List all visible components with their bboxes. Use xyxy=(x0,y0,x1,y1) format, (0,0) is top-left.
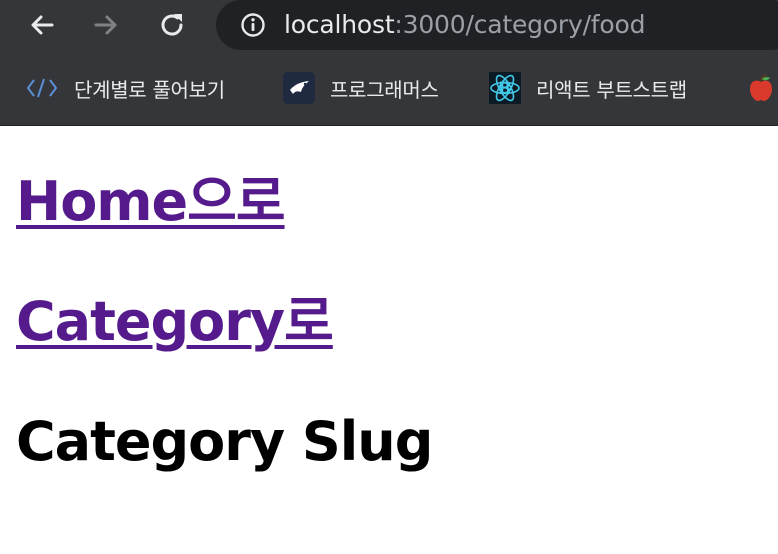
svg-text:B: B xyxy=(499,79,512,99)
url-path: :3000/category/food xyxy=(394,10,646,39)
bookmark-step-by-step[interactable]: 단계별로 풀어보기 xyxy=(26,70,225,106)
page-heading: Category Slug xyxy=(16,410,433,473)
bookmark-apple[interactable] xyxy=(744,70,778,106)
url-text[interactable]: localhost:3000/category/food xyxy=(284,9,645,41)
arrow-right-icon xyxy=(94,15,117,35)
category-link[interactable]: Category로 xyxy=(16,290,334,354)
reload-button[interactable] xyxy=(154,7,190,43)
react-bootstrap-icon: B xyxy=(488,71,522,105)
programmers-bird-icon xyxy=(282,71,316,105)
bookmark-react-bootstrap[interactable]: B 리액트 부트스트랩 xyxy=(488,70,687,106)
arrow-left-icon xyxy=(31,15,54,35)
bookmarks-bar: 단계별로 풀어보기 프로그래머스 B 리액트 부트스트랩 xyxy=(0,62,778,114)
bookmark-label: 리액트 부트스트랩 xyxy=(536,77,687,102)
forward-button[interactable] xyxy=(88,7,124,43)
apple-icon xyxy=(744,71,778,105)
code-brackets-icon xyxy=(26,71,60,105)
url-host: localhost xyxy=(284,10,395,39)
bookmark-label: 프로그래머스 xyxy=(330,77,439,102)
info-icon[interactable] xyxy=(240,12,266,38)
bookmark-label: 단계별로 풀어보기 xyxy=(74,77,225,102)
browser-chrome: localhost:3000/category/food 단계별로 풀어보기 프… xyxy=(0,0,778,126)
back-button[interactable] xyxy=(24,7,60,43)
address-bar[interactable]: localhost:3000/category/food xyxy=(216,0,778,50)
home-link[interactable]: Home으로 xyxy=(16,170,286,234)
browser-toolbar: localhost:3000/category/food xyxy=(0,0,778,54)
bookmark-programmers[interactable]: 프로그래머스 xyxy=(282,70,439,106)
reload-icon xyxy=(161,14,183,36)
